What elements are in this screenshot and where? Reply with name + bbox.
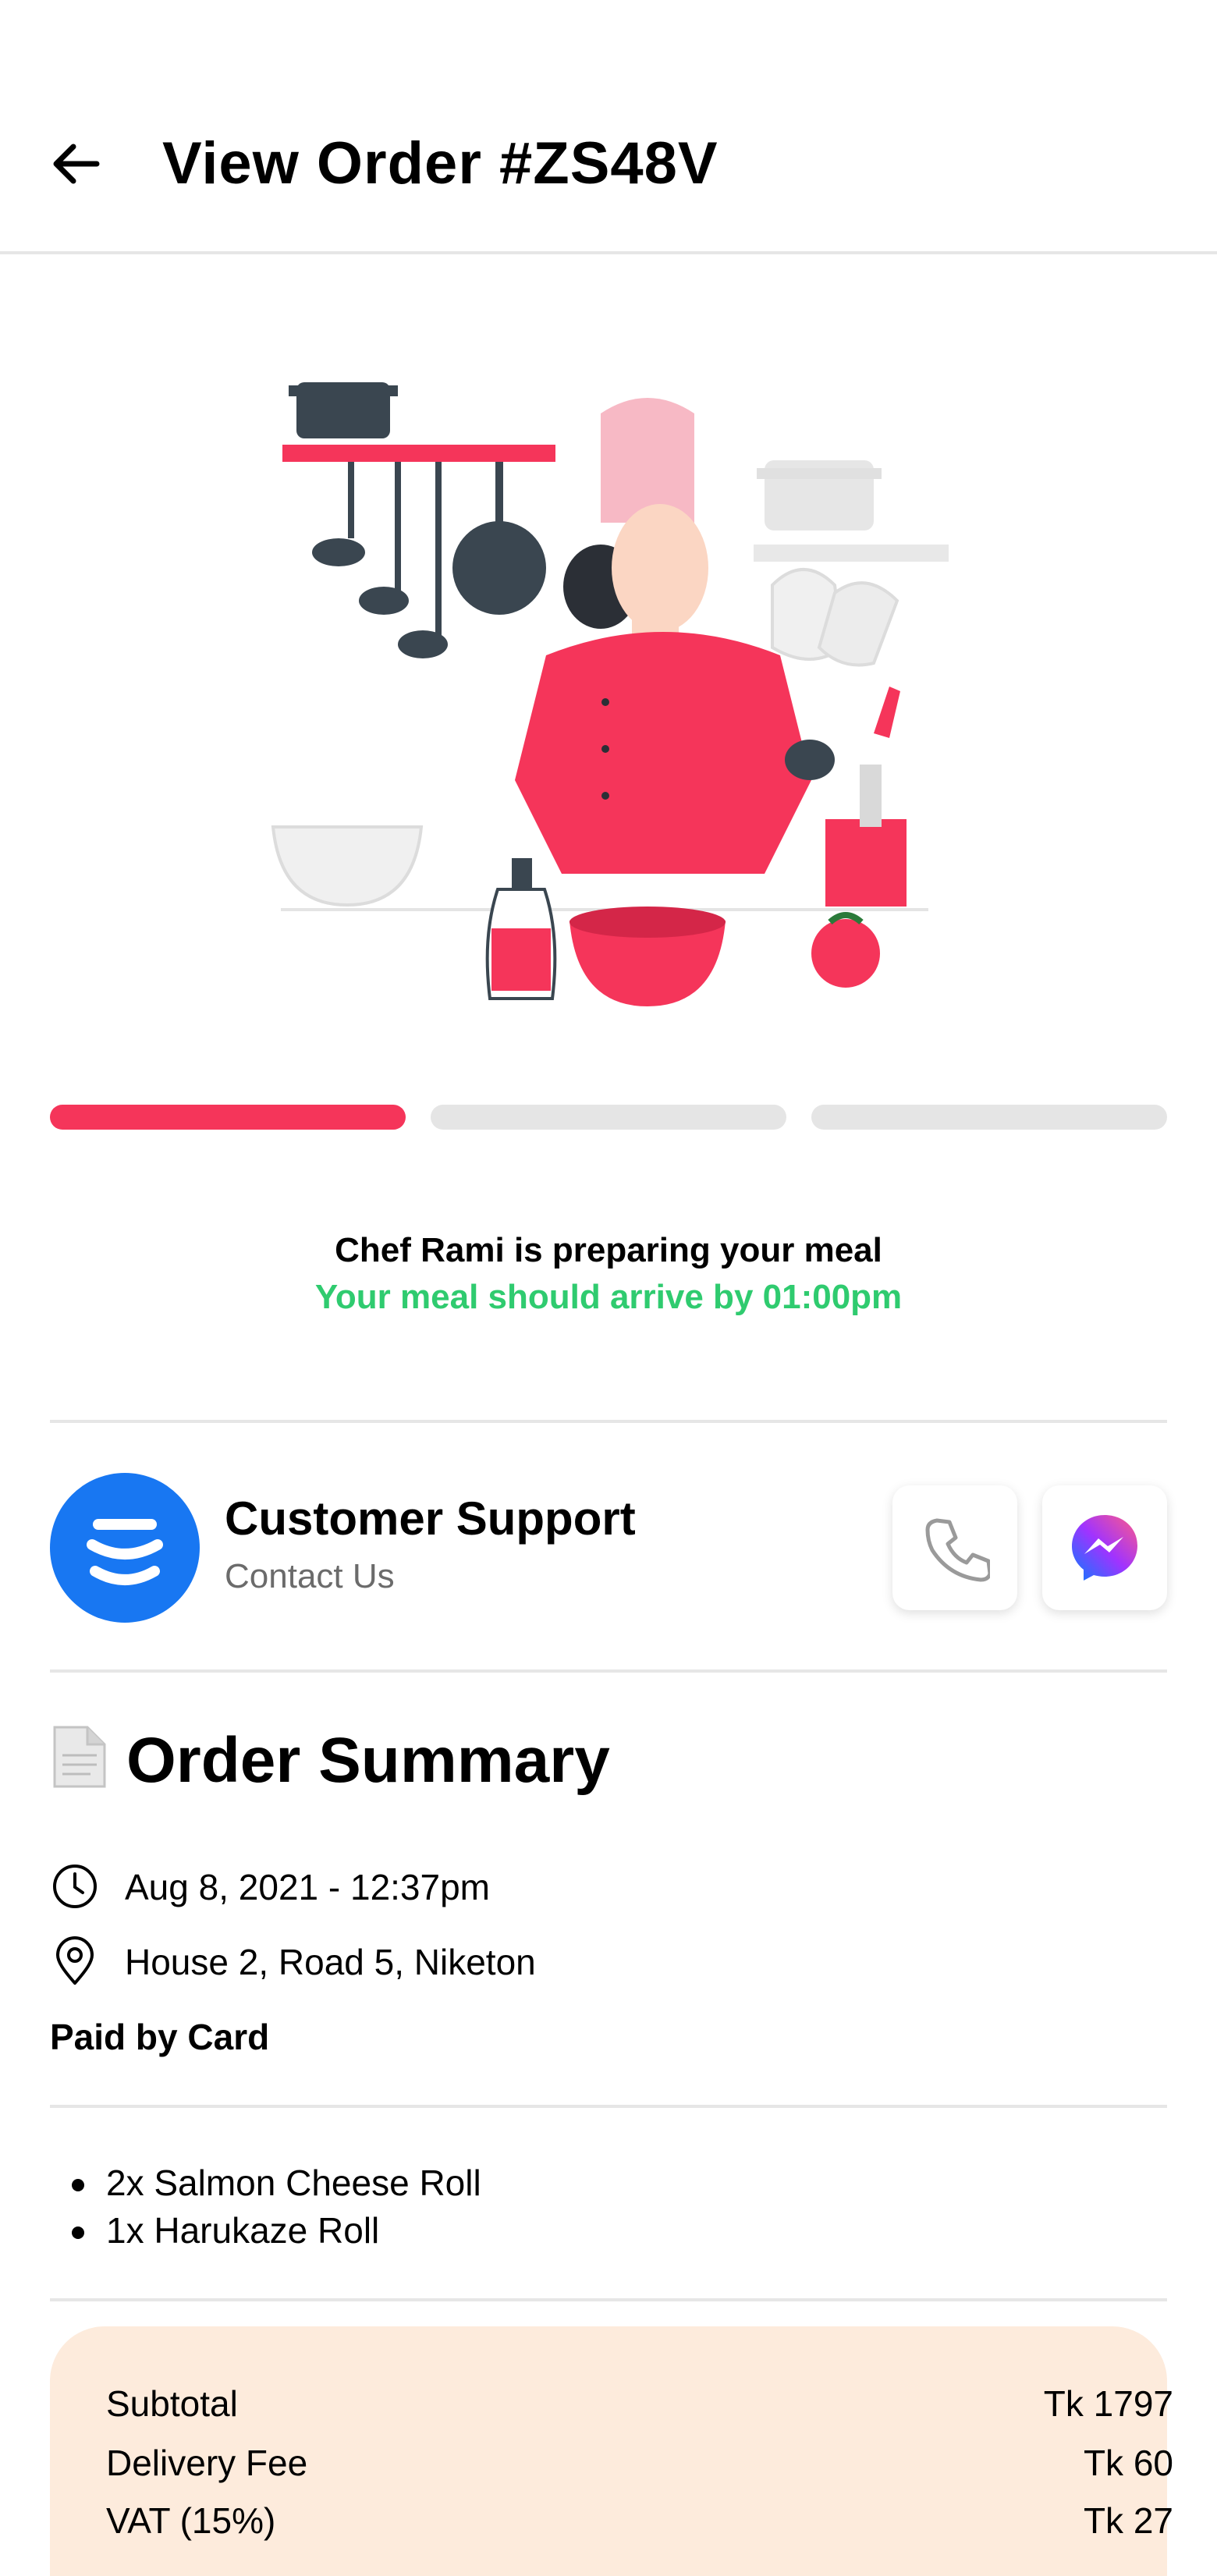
divider [50,1420,1167,1423]
order-items-list: 2x Salmon Cheese Roll 1x Harukaze Roll [66,2159,481,2255]
delivery-address: House 2, Road 5, Niketon [125,1942,536,1982]
delivery-fee-label: Delivery Fee [106,2443,308,2483]
vat-value: Tk 27 [1083,2500,1173,2541]
divider [50,2298,1167,2301]
order-date: Aug 8, 2021 - 12:37pm [125,1867,490,1907]
divider [50,1669,1167,1673]
subtotal-value: Tk 1797 [1043,2383,1173,2424]
location-pin-icon [50,1936,100,1986]
eta-text: Your meal should arrive by 01:00pm [314,1278,903,1316]
phone-icon [925,1518,990,1582]
order-status-text: Chef Rami is preparing your meal [335,1231,882,1269]
progress-step-2 [431,1105,786,1130]
subtotal-row: Subtotal Tk 1797 [106,2383,1173,2425]
chef-illustration [257,359,960,1030]
support-title: Customer Support [225,1492,636,1545]
messenger-button[interactable] [1042,1485,1167,1610]
support-logo-icon [87,1519,163,1585]
support-avatar [50,1473,200,1623]
vat-label: VAT (15%) [106,2500,276,2541]
clock-icon [50,1861,100,1911]
payment-method: Paid by Card [50,2017,270,2057]
divider [50,2105,1167,2108]
call-button[interactable] [892,1485,1017,1610]
progress-step-3 [811,1105,1167,1130]
vat-row: VAT (15%) Tk 27 [106,2500,1173,2542]
delivery-fee-value: Tk 60 [1083,2443,1173,2483]
list-item: 2x Salmon Cheese Roll [66,2159,481,2207]
page-title: View Order #ZS48V [162,130,718,197]
app-header: View Order #ZS48V [0,0,1217,254]
subtotal-label: Subtotal [106,2383,238,2424]
back-arrow-icon[interactable] [45,133,108,195]
totals-card: Subtotal Tk 1797 Delivery Fee Tk 60 VAT … [50,2326,1173,2576]
order-summary-title: Order Summary [126,1725,610,1796]
progress-step-1 [50,1105,406,1130]
delivery-fee-row: Delivery Fee Tk 60 [106,2442,1173,2484]
contact-us-link[interactable]: Contact Us [225,1557,395,1596]
document-icon [50,1724,109,1790]
messenger-icon [1072,1515,1137,1581]
list-item: 1x Harukaze Roll [66,2207,481,2255]
